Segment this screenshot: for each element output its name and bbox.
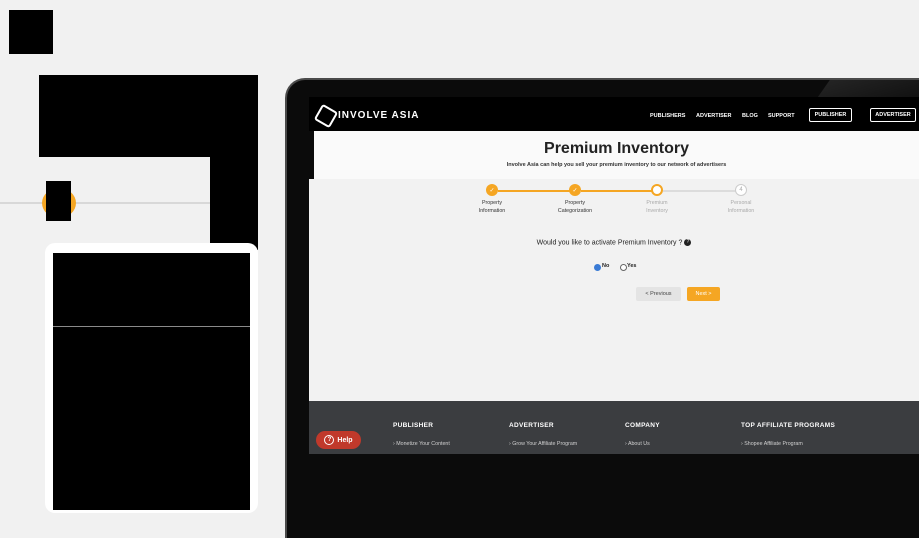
radio-yes[interactable] (620, 264, 627, 271)
footer-link-monetize[interactable]: › Monetize Your Content (393, 441, 450, 447)
black-square (9, 10, 53, 54)
step-3-label-line2: Inventory (646, 208, 668, 214)
step-connector-3 (663, 190, 739, 192)
chevron-right-icon: › (509, 441, 511, 447)
question-text: Would you like to activate Premium Inven… (309, 239, 919, 246)
nav-link-advertiser[interactable]: ADVERTISER (696, 113, 731, 119)
footer-heading-company: COMPANY (625, 422, 660, 429)
footer-link-about[interactable]: › About Us (625, 441, 650, 447)
footer-link-shopee[interactable]: › Shopee Affiliate Program (741, 441, 803, 447)
chevron-right-icon: › (393, 441, 395, 447)
step-4-label-line1: Personal (730, 200, 752, 206)
footer-heading-publisher: PUBLISHER (393, 422, 434, 429)
black-marker (46, 181, 71, 221)
step-2-label-line2: Categorization (557, 208, 593, 214)
step-connector-2 (581, 190, 657, 192)
question-label: Would you like to activate Premium Inven… (536, 239, 683, 247)
step-connector-1 (498, 190, 574, 192)
step-4-label-line2: Information (727, 208, 755, 214)
step-2-check-icon: ✓ (569, 184, 581, 196)
laptop-screen: INVOLVE ASIA PUBLISHERS ADVERTISER BLOG … (309, 97, 919, 454)
page-title: Premium Inventory (544, 140, 689, 157)
step-1-check-icon: ✓ (486, 184, 498, 196)
step-1-label-line1: Property (481, 200, 503, 206)
next-button[interactable]: Next > (687, 287, 720, 301)
question-circle-icon: ? (324, 435, 335, 445)
black-column (210, 150, 258, 250)
chevron-right-icon: › (625, 441, 627, 447)
footer-heading-advertiser: ADVERTISER (509, 422, 554, 429)
step-2-label-line1: Property (564, 200, 586, 206)
nav-link-support[interactable]: SUPPORT (768, 113, 795, 119)
help-button[interactable]: ? Help (316, 431, 361, 449)
radio-no[interactable] (594, 264, 601, 271)
radio-no-label[interactable]: No (602, 263, 609, 269)
footer-link-label: Grow Your Affiliate Program (512, 441, 578, 447)
page-subtitle: Involve Asia can help you sell your prem… (506, 162, 727, 168)
step-4-circle: 4 (735, 184, 747, 196)
logo-text[interactable]: INVOLVE ASIA (338, 110, 419, 121)
radio-yes-label[interactable]: Yes (627, 263, 636, 269)
chevron-right-icon: › (741, 441, 743, 447)
step-1-label-line2: Information (478, 208, 506, 214)
nav-link-publishers[interactable]: PUBLISHERS (650, 113, 685, 119)
nav-link-blog[interactable]: BLOG (742, 113, 758, 119)
logo-hexagon-icon[interactable] (313, 103, 339, 129)
footer-link-label: About Us (627, 441, 650, 447)
step-3-label-line1: Premium (646, 200, 668, 206)
question-circle-icon[interactable]: ? (684, 239, 692, 246)
publisher-button[interactable]: PUBLISHER (809, 108, 852, 122)
footer-link-grow[interactable]: › Grow Your Affiliate Program (509, 441, 577, 447)
step-2-label: Property Categorization (545, 199, 605, 215)
help-label: Help (337, 436, 353, 444)
hero-section: Premium Inventory Involve Asia can help … (314, 131, 919, 179)
advertiser-button[interactable]: ADVERTISER (870, 108, 916, 122)
previous-button[interactable]: < Previous (636, 287, 681, 301)
step-1-label: Property Information (462, 199, 522, 215)
phone-screen-top (53, 253, 250, 326)
site-footer: ? Help PUBLISHER ADVERTISER COMPANY TOP … (309, 401, 919, 454)
black-block (39, 75, 258, 157)
step-4-label: Personal Information (711, 199, 771, 215)
form-content: ✓ ✓ 4 Property Information Property Catego… (309, 179, 919, 401)
step-3-label: Premium Inventory (627, 199, 687, 215)
footer-link-label: Monetize Your Content (396, 441, 450, 447)
timeline-line (0, 202, 210, 204)
footer-heading-top-programs: TOP AFFILIATE PROGRAMS (741, 422, 836, 429)
step-3-circle (651, 184, 663, 196)
footer-link-label: Shopee Affiliate Program (744, 441, 803, 447)
phone-screen-bottom (53, 327, 250, 510)
site-navbar: INVOLVE ASIA PUBLISHERS ADVERTISER BLOG … (309, 97, 919, 131)
